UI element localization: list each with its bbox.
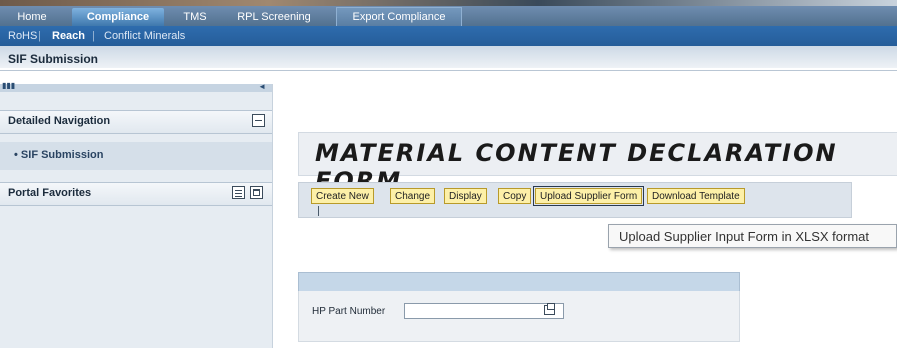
divider (0, 70, 897, 71)
page-title: SIF Submission (8, 52, 99, 66)
subnav-separator: | (92, 30, 95, 42)
minus-box-icon[interactable] (252, 114, 265, 127)
bullet-icon: • (14, 149, 18, 161)
create-new-button[interactable]: Create New (311, 188, 374, 204)
panel-collapse-bar[interactable]: ▮▮▮ ◄ (0, 81, 272, 92)
detailed-navigation-header: Detailed Navigation (0, 110, 272, 134)
download-template-button[interactable]: Download Template (647, 188, 745, 204)
form-group-header (298, 272, 740, 292)
grip-icon: ▮▮▮ (2, 81, 16, 90)
copy-button[interactable]: Copy (498, 188, 532, 204)
tab-rpl-screening[interactable]: RPL Screening (230, 8, 318, 26)
form-toolbar: Create New Change Display Copy Upload Su… (298, 182, 852, 218)
tooltip: Upload Supplier Input Form in XLSX forma… (608, 224, 897, 248)
second-level-navigation: RoHS | Reach | Conflict Minerals (0, 26, 897, 46)
upload-supplier-form-button[interactable]: Upload Supplier Form (532, 186, 645, 206)
nav-item-label: • SIF Submission (14, 149, 103, 161)
subnav-separator: | (38, 30, 41, 42)
portal-favorites-header: Portal Favorites (0, 182, 272, 206)
subnav-item-reach[interactable]: Reach (52, 26, 85, 46)
text-cursor (318, 206, 319, 216)
nav-item-sif-submission[interactable]: • SIF Submission (0, 142, 272, 170)
window-icon[interactable] (250, 186, 263, 199)
hp-part-number-input[interactable] (404, 303, 564, 319)
nav-item-text: SIF Submission (20, 149, 104, 161)
value-help-icon[interactable] (544, 303, 555, 315)
tab-home[interactable]: Home (10, 8, 54, 26)
hp-part-number-label: HP Part Number (312, 306, 386, 317)
portal-favorites-title: Portal Favorites (8, 187, 92, 199)
tab-export-compliance[interactable]: Export Compliance (336, 7, 462, 26)
page-header-bar (0, 46, 897, 68)
menu-icon[interactable] (232, 186, 245, 199)
top-level-navigation: Home Compliance TMS RPL Screening Export… (0, 6, 897, 26)
subnav-item-rohs[interactable]: RoHS (8, 26, 37, 46)
tab-compliance[interactable]: Compliance (72, 8, 164, 26)
change-button[interactable]: Change (390, 188, 436, 204)
detailed-navigation-title: Detailed Navigation (8, 115, 111, 127)
collapse-arrow-icon[interactable]: ◄ (258, 82, 266, 91)
form-title-bar: MATERIAL CONTENT DECLARATION FORM (298, 132, 897, 195)
display-button[interactable]: Display (444, 188, 487, 204)
subnav-item-conflict-minerals[interactable]: Conflict Minerals (104, 26, 185, 46)
tab-tms[interactable]: TMS (178, 8, 212, 26)
